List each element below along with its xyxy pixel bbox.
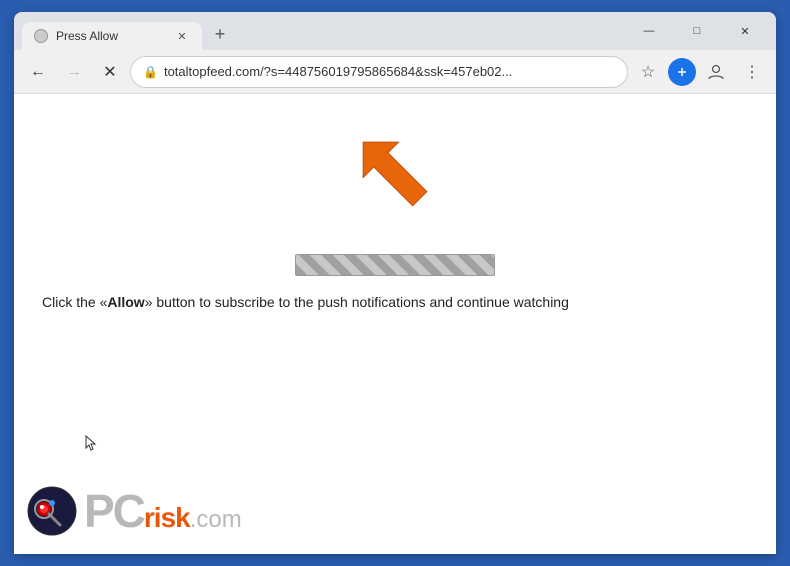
page-content: Click the «Allow» button to subscribe to… — [14, 94, 776, 554]
minimize-button[interactable]: — — [626, 15, 672, 47]
window-controls: — □ ✕ — [618, 12, 776, 50]
com-text: .com — [190, 506, 242, 533]
tab-favicon — [34, 29, 48, 43]
bookmark-icon[interactable]: ☆ — [632, 56, 664, 88]
forward-button[interactable]: → — [58, 56, 90, 88]
tab-title: Press Allow — [56, 29, 166, 43]
arrow-container — [335, 124, 455, 224]
new-tab-button[interactable]: + — [206, 20, 234, 48]
menu-icon[interactable]: ⋮ — [736, 56, 768, 88]
lock-icon: 🔒 — [143, 65, 158, 79]
back-button[interactable]: ← — [22, 56, 54, 88]
address-bar[interactable]: 🔒 totaltopfeed.com/?s=448756019795865684… — [130, 56, 628, 88]
pcrisk-text: PCrisk.com — [84, 484, 242, 538]
risk-text: risk — [144, 502, 190, 533]
browser-window: Press Allow ✕ + — □ ✕ ← → ✕ 🔒 totaltopfe… — [14, 12, 776, 554]
profile-icon[interactable] — [700, 56, 732, 88]
reload-button[interactable]: ✕ — [94, 56, 126, 88]
pc-text: PC — [84, 485, 144, 537]
arrow-indicator — [335, 124, 455, 224]
maximize-button[interactable]: □ — [674, 15, 720, 47]
pcrisk-icon — [26, 485, 78, 537]
url-text: totaltopfeed.com/?s=448756019795865684&s… — [164, 64, 615, 79]
title-bar: Press Allow ✕ + — □ ✕ — [14, 12, 776, 50]
close-button[interactable]: ✕ — [722, 15, 768, 47]
cursor — [84, 434, 100, 454]
tab-area: Press Allow ✕ + — [14, 12, 618, 50]
pcrisk-logo: PCrisk.com — [26, 484, 242, 538]
allow-bold: Allow — [107, 294, 144, 310]
tab-close-button[interactable]: ✕ — [174, 28, 190, 44]
toolbar: ← → ✕ 🔒 totaltopfeed.com/?s=448756019795… — [14, 50, 776, 94]
message-text: Click the «Allow» button to subscribe to… — [34, 292, 756, 313]
active-tab[interactable]: Press Allow ✕ — [22, 22, 202, 50]
extension-icon[interactable] — [668, 58, 696, 86]
progress-bar — [295, 254, 495, 276]
